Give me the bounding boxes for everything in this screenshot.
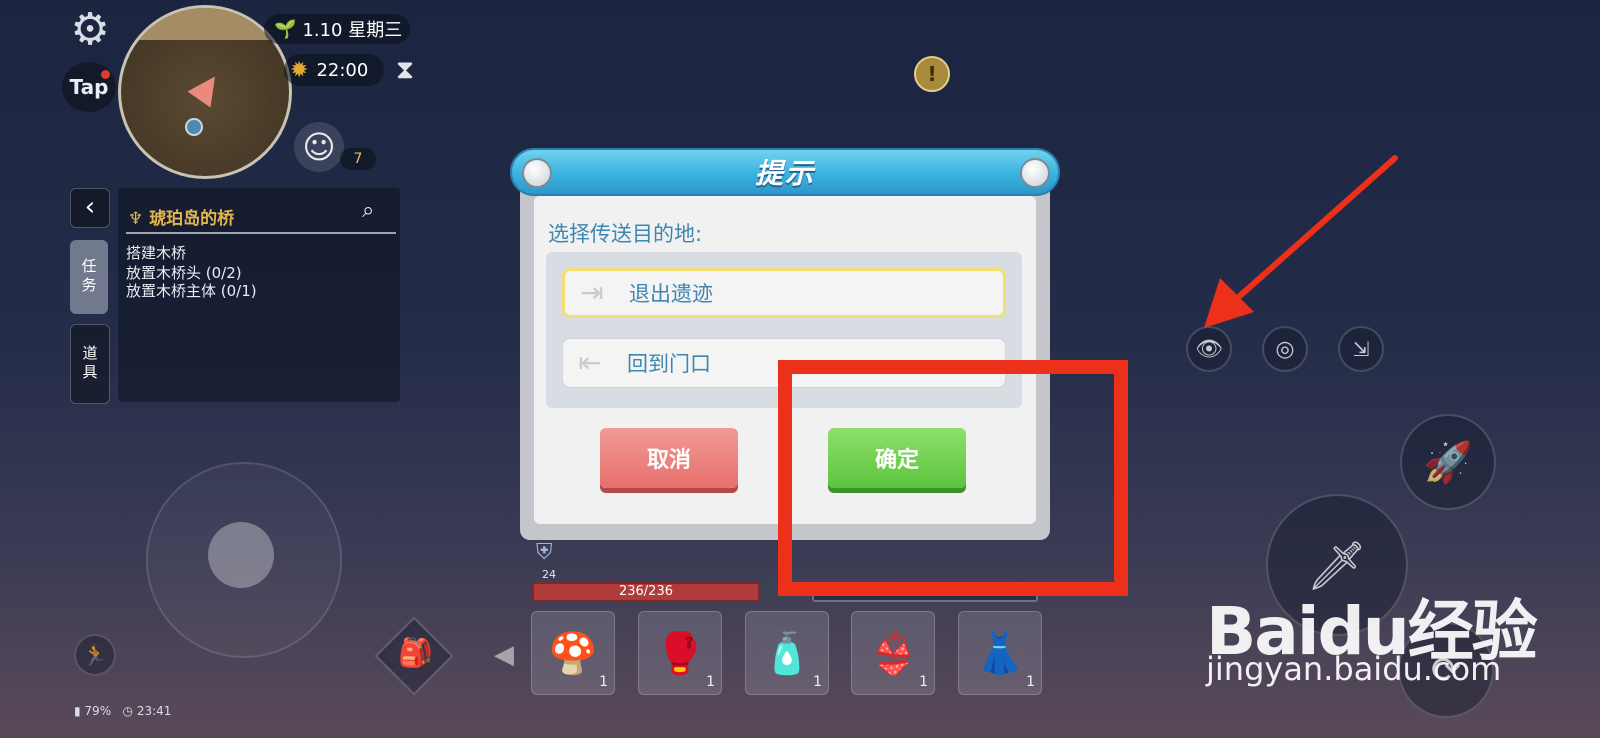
slot-count: 1 [706,674,715,690]
health-bar: 236/236 [532,582,760,602]
backpack-icon: 🎒 [398,636,433,669]
canteen-icon: 🧴 [762,630,812,677]
settings-gear-icon[interactable]: ⚙ [66,6,114,54]
npc-count-badge: 7 [340,148,376,170]
device-status: ▮ 79% ◷ 23:41 [74,704,171,718]
dialog-knob-right-icon [1020,158,1050,188]
hotbar-slot-bikini-top[interactable]: 👙 1 [851,611,935,695]
sprout-icon: 🌱 [274,18,297,40]
alert-icon[interactable]: ! [914,56,950,92]
player-level-icon: ⛨ [536,540,553,565]
quest-title-text: 琥珀岛的桥 [149,209,235,229]
collapse-panel-button[interactable]: ‹ [70,188,110,228]
frilly-skirt-icon: 👗 [975,630,1025,677]
date-display: 🌱 1.10 星期三 [264,14,410,44]
hourglass-icon[interactable]: ⧗ [392,54,418,86]
hotbar-slot-boxing-glove[interactable]: 🥊 1 [638,611,722,695]
search-icon[interactable]: ⌕ [362,198,374,223]
quest-line-3: 放置木桥主体 (0/1) [126,282,257,300]
rocket-icon[interactable]: 🚀 [1400,414,1496,510]
quest-divider [126,232,396,234]
dialog-knob-left-icon [522,158,552,188]
battery-text: 79% [84,704,112,718]
taptap-label: Tap [69,75,109,99]
slot-count: 1 [1026,674,1035,690]
waypoint-marker-icon [185,118,203,136]
sun-icon: ✹ [290,57,309,83]
date-text: 1.10 星期三 [302,20,403,41]
highlight-box [778,360,1128,596]
npc-avatar-icon[interactable]: ☺ [294,122,344,172]
clock-icon: ◷ [122,704,137,718]
quest-marker-icon: ♆ [128,209,150,229]
tab-task[interactable]: 任务 [70,240,108,314]
player-level: 24 [542,568,556,581]
watermark-url: jingyan.baidu.com [1206,650,1502,688]
sprint-icon[interactable]: 🏃 [74,634,116,676]
joystick-thumb[interactable] [208,522,274,588]
slot-count: 1 [813,674,822,690]
quest-line-1: 搭建木桥 [126,244,187,262]
notification-dot [101,70,110,79]
door-exit-icon: ⇥ [580,276,604,309]
cancel-button[interactable]: 取消 [600,428,738,488]
taptap-button[interactable]: Tap [62,62,116,112]
battery-icon: ▮ [74,704,85,718]
tab-items[interactable]: 道具 [70,324,110,404]
boxing-glove-icon: 🥊 [655,630,705,677]
slot-count: 1 [919,674,928,690]
player-arrow-icon [187,68,227,108]
mushroom-icon: 🍄 [548,630,598,677]
door-enter-icon: ⇤ [578,346,602,379]
hotbar-left-arrow-icon[interactable]: ◀ [494,640,514,670]
time-display: ✹ 22:00 [284,54,384,86]
hotbar-slot-canteen[interactable]: 🧴 1 [745,611,829,695]
quest-title[interactable]: ♆ 琥珀岛的桥 [128,204,234,229]
bikini-top-icon: 👙 [868,630,918,677]
option-exit-ruins[interactable]: ⇥ 退出遗迹 [562,268,1006,318]
dialog-prompt: 选择传送目的地: [548,222,703,246]
time-text: 22:00 [316,59,369,81]
hotbar-slot-mushroom[interactable]: 🍄 1 [531,611,615,695]
clock-text: 23:41 [136,704,172,718]
dialog-title: 提示 [510,148,1060,196]
annotation-arrow-icon [1204,155,1398,328]
hotbar-slot-frilly-skirt[interactable]: 👗 1 [958,611,1042,695]
option-label: 回到门口 [627,352,711,376]
option-label: 退出遗迹 [629,282,713,306]
slot-count: 1 [599,674,608,690]
